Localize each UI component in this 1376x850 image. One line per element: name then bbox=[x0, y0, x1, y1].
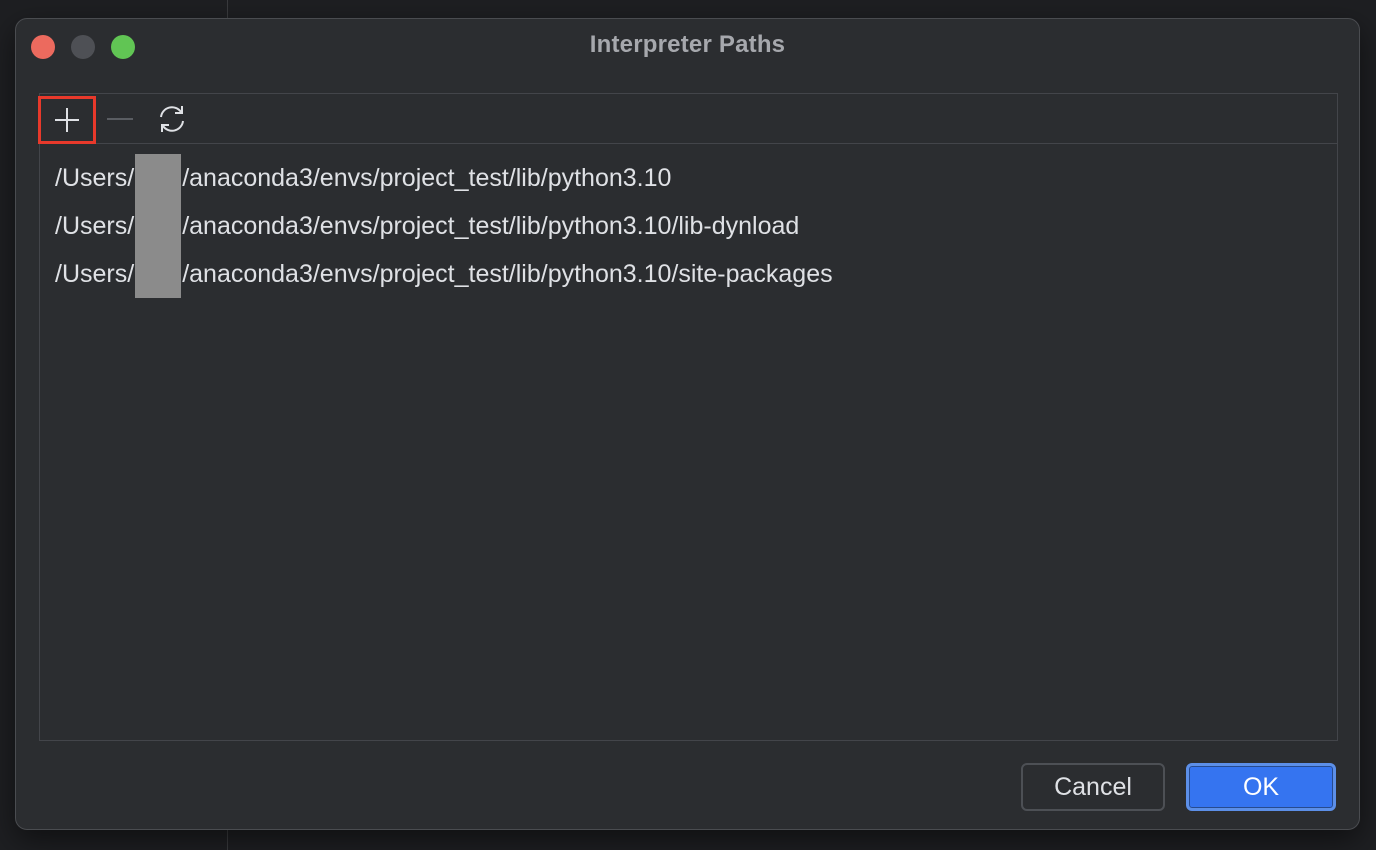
path-suffix: /anaconda3/envs/project_test/lib/python3… bbox=[182, 260, 833, 288]
ok-button[interactable]: OK bbox=[1186, 763, 1336, 811]
redacted-username bbox=[135, 154, 182, 202]
title-bar: Interpreter Paths bbox=[16, 19, 1359, 75]
paths-list: /Users/ /anaconda3/envs/project_test/lib/… bbox=[40, 144, 1337, 298]
interpreter-paths-dialog: Interpreter Paths /Users/ /anaconda3/env… bbox=[15, 18, 1360, 830]
redacted-username bbox=[135, 250, 182, 298]
path-list-item[interactable]: /Users/ /anaconda3/envs/project_test/lib/… bbox=[40, 202, 1337, 250]
path-prefix: /Users/ bbox=[55, 260, 135, 288]
redacted-username bbox=[135, 202, 182, 250]
path-list-item[interactable]: /Users/ /anaconda3/envs/project_test/lib/… bbox=[40, 250, 1337, 298]
path-prefix: /Users/ bbox=[55, 212, 135, 240]
path-suffix: /anaconda3/envs/project_test/lib/python3… bbox=[182, 164, 672, 192]
plus-icon bbox=[55, 108, 79, 132]
path-suffix: /anaconda3/envs/project_test/lib/python3… bbox=[182, 212, 800, 240]
dialog-title: Interpreter Paths bbox=[589, 31, 786, 58]
reload-icon bbox=[160, 106, 184, 132]
cancel-button[interactable]: Cancel bbox=[1021, 763, 1165, 811]
add-path-button[interactable] bbox=[38, 96, 96, 144]
path-list-item[interactable]: /Users/ /anaconda3/envs/project_test/lib/… bbox=[40, 154, 1337, 202]
reload-paths-button[interactable] bbox=[144, 97, 200, 141]
paths-toolbar bbox=[38, 94, 1337, 144]
paths-panel: /Users/ /anaconda3/envs/project_test/lib/… bbox=[38, 93, 1338, 741]
remove-path-button[interactable] bbox=[92, 97, 148, 141]
path-prefix: /Users/ bbox=[55, 164, 135, 192]
minus-icon bbox=[107, 118, 133, 120]
